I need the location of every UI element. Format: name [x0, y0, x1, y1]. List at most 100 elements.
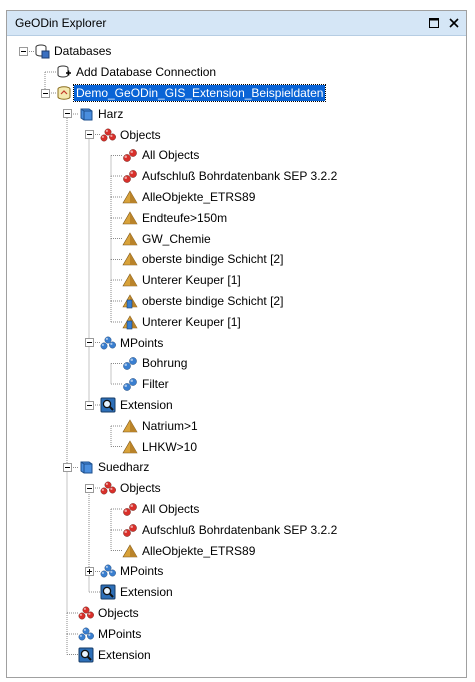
tree-node-label[interactable]: Objects — [118, 127, 163, 143]
tree-node[interactable]: LHKW>10 — [7, 437, 462, 457]
mpoints-blue-icon — [100, 335, 116, 351]
tree-node-label[interactable]: Bohrung — [140, 355, 189, 371]
tree-node-label[interactable]: Add Database Connection — [74, 64, 218, 80]
tree-node-label[interactable]: Endteufe>150m — [140, 210, 229, 226]
tree-node[interactable]: Databases — [7, 41, 462, 61]
collapse-toggle[interactable] — [18, 46, 28, 56]
tree-node[interactable]: Endteufe>150m — [7, 208, 462, 228]
tree-node-label[interactable]: Extension — [118, 584, 175, 600]
query-triangle-icon — [122, 272, 138, 288]
tree-node-label[interactable]: All Objects — [140, 501, 201, 517]
extension-magnifier-icon — [100, 584, 116, 600]
tree-node[interactable]: All Objects — [7, 499, 462, 519]
tree-node[interactable]: MPoints — [7, 624, 462, 644]
objects-red-icon — [100, 127, 116, 143]
tree-node[interactable]: Natrium>1 — [7, 416, 462, 436]
close-button[interactable] — [448, 17, 460, 29]
query-triangle-layer-icon — [122, 293, 138, 309]
tree-node[interactable]: Add Database Connection — [7, 62, 462, 82]
objects-red-icon — [78, 605, 94, 621]
maximize-button[interactable] — [428, 17, 440, 29]
tree-node[interactable]: AlleObjekte_ETRS89 — [7, 541, 462, 561]
tree-node-label[interactable]: LHKW>10 — [140, 439, 199, 455]
add-connection-icon — [56, 64, 72, 80]
tree-node-label[interactable]: Suedharz — [96, 459, 151, 475]
tree-node[interactable]: Extension — [7, 395, 462, 415]
tree-node-label[interactable]: AlleObjekte_ETRS89 — [140, 543, 257, 559]
tree-node[interactable]: Harz — [7, 104, 462, 124]
query-triangle-icon — [122, 189, 138, 205]
mpoints-blue-icon — [100, 563, 116, 579]
tree-node-label[interactable]: AlleObjekte_ETRS89 — [140, 189, 257, 205]
tree-node-label[interactable]: Unterer Keuper [1] — [140, 314, 243, 330]
objects-red-icon — [100, 480, 116, 496]
tree-node[interactable]: Unterer Keuper [1] — [7, 312, 462, 332]
tree-node-label[interactable]: Filter — [140, 376, 171, 392]
tree-node-label[interactable]: Natrium>1 — [140, 418, 200, 434]
tree-node[interactable]: Objects — [7, 478, 462, 498]
tree-node-label[interactable]: Objects — [118, 480, 163, 496]
tree-node-label[interactable]: MPoints — [118, 335, 165, 351]
collapse-toggle[interactable] — [84, 338, 94, 348]
tree-node-label[interactable]: Aufschluß Bohrdatenbank SEP 3.2.2 — [140, 168, 339, 184]
collapse-toggle[interactable] — [84, 483, 94, 493]
tree-node[interactable]: oberste bindige Schicht [2] — [7, 291, 462, 311]
tree-node-label[interactable]: Demo_GeODin_GIS_Extension_Beispieldaten — [72, 84, 327, 102]
query-triangle-layer-icon — [122, 314, 138, 330]
collapse-toggle[interactable] — [84, 130, 94, 140]
maximize-icon — [429, 18, 439, 28]
tree-node[interactable]: Demo_GeODin_GIS_Extension_Beispieldaten — [7, 83, 462, 103]
collapse-toggle[interactable] — [62, 462, 72, 472]
tree-node-label[interactable]: Harz — [96, 106, 125, 122]
tree-node-label[interactable]: Databases — [52, 43, 113, 59]
tree-node[interactable]: GW_Chemie — [7, 229, 462, 249]
tree-node[interactable]: Objects — [7, 125, 462, 145]
tree-node[interactable]: Extension — [7, 645, 462, 665]
tree-node-label[interactable]: MPoints — [118, 563, 165, 579]
tree-node[interactable]: Unterer Keuper [1] — [7, 270, 462, 290]
database-stack-icon — [34, 43, 50, 59]
red-object-icon — [122, 501, 138, 517]
tree-node[interactable]: Aufschluß Bohrdatenbank SEP 3.2.2 — [7, 520, 462, 540]
tree-node-label[interactable]: oberste bindige Schicht [2] — [140, 293, 285, 309]
tree-node-label[interactable]: All Objects — [140, 147, 201, 163]
close-icon — [449, 18, 459, 28]
red-object-icon — [122, 147, 138, 163]
tree-node-label[interactable]: GW_Chemie — [140, 231, 213, 247]
query-triangle-icon — [122, 439, 138, 455]
tree-node[interactable]: AlleObjekte_ETRS89 — [7, 187, 462, 207]
tree-node-label[interactable]: Objects — [96, 605, 141, 621]
tree-node[interactable]: Objects — [7, 603, 462, 623]
tree-node[interactable]: Suedharz — [7, 457, 462, 477]
tree-node[interactable]: Extension — [7, 582, 462, 602]
project-cylinder-icon — [78, 106, 94, 122]
geodin-explorer-panel: GeODin Explorer Databases Add Database Co… — [6, 10, 467, 678]
tree-node[interactable]: oberste bindige Schicht [2] — [7, 249, 462, 269]
collapse-toggle[interactable] — [40, 88, 50, 98]
tree-node-label[interactable]: Aufschluß Bohrdatenbank SEP 3.2.2 — [140, 522, 339, 538]
tree-node-label[interactable]: Extension — [118, 397, 175, 413]
tree-node[interactable]: MPoints — [7, 333, 462, 353]
tree-node[interactable]: MPoints — [7, 561, 462, 581]
collapse-toggle[interactable] — [84, 400, 94, 410]
tree-node-label[interactable]: oberste bindige Schicht [2] — [140, 251, 285, 267]
query-triangle-icon — [122, 418, 138, 434]
panel-title: GeODin Explorer — [15, 16, 107, 30]
tree-node-label[interactable]: Extension — [96, 647, 153, 663]
red-object-icon — [122, 168, 138, 184]
tree-node-label[interactable]: Unterer Keuper [1] — [140, 272, 243, 288]
mpoints-blue-icon — [78, 626, 94, 642]
tree-node[interactable]: Bohrung — [7, 353, 462, 373]
panel-titlebar: GeODin Explorer — [7, 11, 466, 36]
tree-node[interactable]: Filter — [7, 374, 462, 394]
expand-toggle[interactable] — [84, 566, 94, 576]
blue-object-icon — [122, 355, 138, 371]
tree-node-label[interactable]: MPoints — [96, 626, 143, 642]
tree-node[interactable]: Aufschluß Bohrdatenbank SEP 3.2.2 — [7, 166, 462, 186]
titlebar-buttons — [428, 17, 460, 29]
project-cylinder-icon — [78, 459, 94, 475]
collapse-toggle[interactable] — [62, 109, 72, 119]
query-triangle-icon — [122, 251, 138, 267]
explorer-tree[interactable]: Databases Add Database Connection Demo_GeO… — [7, 37, 466, 677]
tree-node[interactable]: All Objects — [7, 145, 462, 165]
